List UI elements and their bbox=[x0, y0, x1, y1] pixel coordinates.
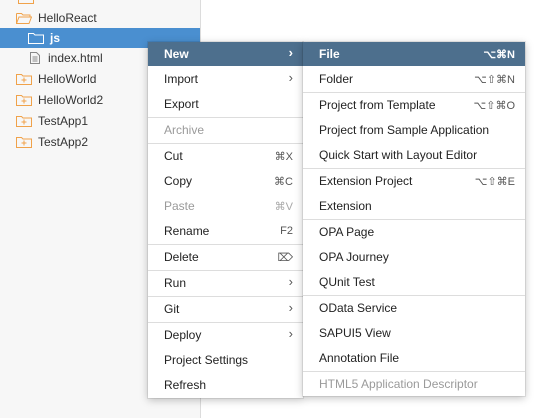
submenu-item-extension-project[interactable]: Extension Project ⌥⇧⌘E bbox=[303, 169, 525, 193]
menu-item-archive: Archive bbox=[148, 118, 303, 142]
context-menu: New › Import › Export Archive Cut ⌘X Cop… bbox=[148, 42, 303, 398]
menu-item-label: HTML5 Application Descriptor bbox=[319, 377, 478, 391]
menu-item-shortcut: ⌥⇧⌘N bbox=[474, 73, 515, 86]
chevron-right-icon: › bbox=[288, 300, 293, 315]
menu-item-copy[interactable]: Copy ⌘C bbox=[148, 169, 303, 193]
menu-item-label: SAPUI5 View bbox=[319, 326, 391, 340]
menu-item-label: Copy bbox=[164, 174, 193, 188]
tree-item-label: TestApp2 bbox=[38, 135, 89, 149]
file-icon bbox=[30, 52, 42, 64]
menu-item-label: Import bbox=[164, 72, 199, 86]
tree-item-label: HelloReact bbox=[38, 11, 97, 25]
menu-item-paste: Paste ⌘V bbox=[148, 194, 303, 218]
menu-item-label: Annotation File bbox=[319, 351, 400, 365]
new-submenu: File ⌥⌘N Folder ⌥⇧⌘N Project from Templa… bbox=[303, 42, 525, 396]
chevron-right-icon: › bbox=[288, 326, 293, 341]
folder-icon bbox=[18, 0, 34, 4]
menu-item-label: Git bbox=[164, 302, 180, 316]
submenu-item-quick-start[interactable]: Quick Start with Layout Editor bbox=[303, 143, 525, 167]
menu-item-label: Rename bbox=[164, 224, 210, 238]
menu-item-git[interactable]: Git › bbox=[148, 297, 303, 321]
menu-item-shortcut: ⌘V bbox=[274, 200, 293, 213]
menu-item-project-settings[interactable]: Project Settings bbox=[148, 348, 303, 372]
submenu-item-odata-service[interactable]: OData Service bbox=[303, 296, 525, 320]
tree-item-label: HelloWorld2 bbox=[38, 93, 104, 107]
submenu-item-opa-journey[interactable]: OPA Journey bbox=[303, 245, 525, 269]
tree-item-label: HelloWorld bbox=[38, 72, 97, 86]
menu-item-label: Folder bbox=[319, 72, 354, 86]
menu-item-label: Deploy bbox=[164, 328, 202, 342]
chevron-right-icon: › bbox=[288, 45, 293, 60]
submenu-item-html5-descriptor: HTML5 Application Descriptor bbox=[303, 372, 525, 396]
menu-item-new[interactable]: New › bbox=[148, 42, 303, 66]
chevron-right-icon: › bbox=[288, 274, 293, 289]
menu-item-label: Export bbox=[164, 97, 199, 111]
submenu-item-qunit-test[interactable]: QUnit Test bbox=[303, 270, 525, 294]
menu-item-label: Delete bbox=[164, 250, 199, 264]
menu-item-label: Project from Sample Application bbox=[319, 123, 490, 137]
submenu-item-sapui5-view[interactable]: SAPUI5 View bbox=[303, 321, 525, 345]
menu-item-label: Paste bbox=[164, 199, 195, 213]
tree-item-partial[interactable] bbox=[0, 0, 200, 8]
folder-open-icon bbox=[16, 12, 32, 24]
menu-item-label: OPA Page bbox=[319, 225, 375, 239]
tree-item-label: js bbox=[50, 31, 61, 45]
tree-item-label: index.html bbox=[48, 51, 103, 65]
tree-item-label: TestApp1 bbox=[38, 114, 89, 128]
menu-item-label: Project from Template bbox=[319, 98, 436, 112]
menu-item-label: OPA Journey bbox=[319, 250, 389, 264]
submenu-item-annotation-file[interactable]: Annotation File bbox=[303, 346, 525, 370]
menu-item-label: Quick Start with Layout Editor bbox=[319, 148, 478, 162]
menu-item-rename[interactable]: Rename F2 bbox=[148, 219, 303, 243]
folder-icon bbox=[28, 32, 44, 44]
menu-item-label: OData Service bbox=[319, 301, 398, 315]
menu-item-label: Extension Project bbox=[319, 174, 413, 188]
menu-item-shortcut: ⌥⇧⌘E bbox=[474, 175, 515, 188]
menu-item-label: Project Settings bbox=[164, 353, 249, 367]
project-folder-icon bbox=[16, 94, 32, 106]
menu-item-run[interactable]: Run › bbox=[148, 271, 303, 295]
submenu-item-extension[interactable]: Extension bbox=[303, 194, 525, 218]
submenu-item-file[interactable]: File ⌥⌘N bbox=[303, 42, 525, 66]
project-folder-icon bbox=[16, 136, 32, 148]
menu-item-refresh[interactable]: Refresh bbox=[148, 373, 303, 397]
project-folder-icon bbox=[16, 115, 32, 127]
submenu-item-opa-page[interactable]: OPA Page bbox=[303, 220, 525, 244]
submenu-item-project-from-template[interactable]: Project from Template ⌥⇧⌘O bbox=[303, 93, 525, 117]
tree-item-helloreact[interactable]: HelloReact bbox=[0, 8, 200, 28]
menu-item-shortcut: ⌘C bbox=[274, 175, 293, 188]
menu-item-shortcut: ⌥⌘N bbox=[483, 48, 515, 61]
menu-item-cut[interactable]: Cut ⌘X bbox=[148, 144, 303, 168]
menu-item-shortcut: F2 bbox=[280, 225, 293, 237]
menu-item-label: QUnit Test bbox=[319, 275, 375, 289]
menu-item-import[interactable]: Import › bbox=[148, 67, 303, 91]
menu-item-label: Cut bbox=[164, 149, 183, 163]
menu-item-delete[interactable]: Delete ⌦ bbox=[148, 245, 303, 269]
menu-item-label: New bbox=[164, 47, 189, 61]
menu-item-export[interactable]: Export bbox=[148, 92, 303, 116]
menu-item-label: Refresh bbox=[164, 378, 207, 392]
menu-item-deploy[interactable]: Deploy › bbox=[148, 323, 303, 347]
submenu-item-folder[interactable]: Folder ⌥⇧⌘N bbox=[303, 67, 525, 91]
menu-item-shortcut: ⌥⇧⌘O bbox=[473, 99, 515, 112]
menu-item-shortcut: ⌘X bbox=[274, 150, 293, 163]
chevron-right-icon: › bbox=[288, 70, 293, 85]
menu-item-label: Extension bbox=[319, 199, 372, 213]
menu-item-label: File bbox=[319, 47, 340, 61]
delete-forward-icon: ⌦ bbox=[277, 251, 293, 264]
submenu-item-project-from-sample[interactable]: Project from Sample Application bbox=[303, 118, 525, 142]
menu-item-label: Run bbox=[164, 276, 187, 290]
project-folder-icon bbox=[16, 73, 32, 85]
menu-item-label: Archive bbox=[164, 123, 205, 137]
